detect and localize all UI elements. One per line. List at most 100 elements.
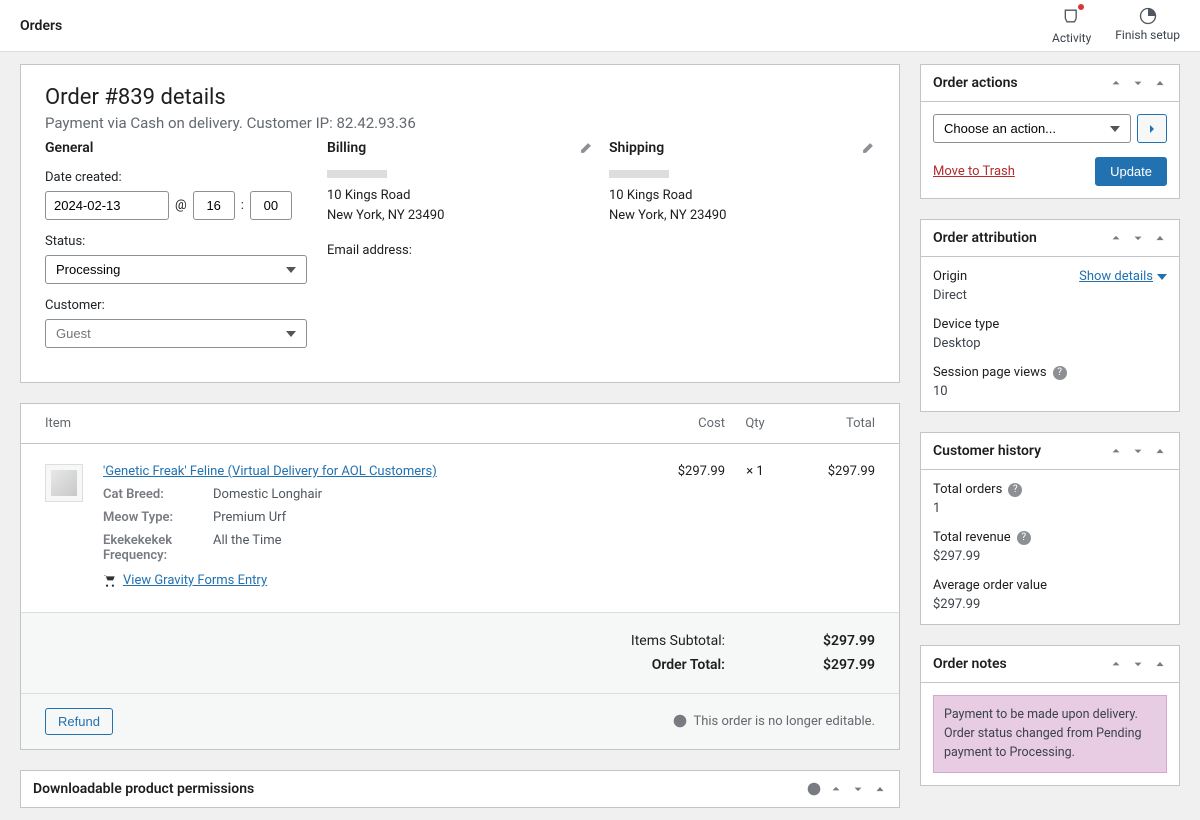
refund-button[interactable]: Refund <box>45 708 113 735</box>
device-type-label: Device type <box>933 317 1167 332</box>
finish-setup-label: Finish setup <box>1115 28 1180 42</box>
customer-history-title: Customer history <box>933 443 1041 459</box>
apply-action-button[interactable] <box>1137 114 1167 143</box>
pencil-icon[interactable] <box>579 141 593 155</box>
downloadable-title: Downloadable product permissions <box>33 781 254 797</box>
progress-circle-icon <box>1138 6 1158 26</box>
meta-label: Ekekekekek Frequency: <box>103 533 193 563</box>
meta-value: All the Time <box>213 533 282 563</box>
billing-addr-line1: 10 Kings Road <box>327 186 593 206</box>
caret-up-icon[interactable] <box>1153 444 1167 458</box>
shipping-addr-line2: New York, NY 23490 <box>609 206 875 226</box>
items-panel: Item Cost Qty Total 'Genetic Freak' Feli… <box>20 403 900 750</box>
chevron-up-icon[interactable] <box>1109 76 1123 90</box>
move-to-trash-link[interactable]: Move to Trash <box>933 164 1015 179</box>
topbar: Orders Activity Finish setup <box>0 0 1200 52</box>
shipping-column: Shipping 10 Kings Road New York, NY 2349… <box>609 140 875 362</box>
topbar-actions: Activity Finish setup <box>1052 6 1180 45</box>
order-details-panel: Order #839 details Payment via Cash on d… <box>20 64 900 383</box>
meta-label: Cat Breed: <box>103 487 193 502</box>
meta-value: Premium Urf <box>213 510 286 525</box>
chevron-down-icon[interactable] <box>1131 444 1145 458</box>
items-header: Item Cost Qty Total <box>21 404 899 444</box>
order-note: Payment to be made upon delivery. Order … <box>933 695 1167 773</box>
order-actions-panel: Order actions Choose an action... <box>920 64 1180 199</box>
billing-heading: Billing <box>327 140 366 156</box>
total-orders-value: 1 <box>933 501 1167 516</box>
totals-section: Items Subtotal: $297.99 Order Total: $29… <box>21 612 899 693</box>
total-revenue-label: Total revenue <box>933 530 1011 545</box>
chevron-up-icon[interactable] <box>829 782 843 796</box>
help-icon[interactable]: ? <box>1053 366 1067 380</box>
caret-up-icon[interactable] <box>873 782 887 796</box>
billing-column: Billing 10 Kings Road New York, NY 23490… <box>327 140 593 362</box>
meta-label: Meow Type: <box>103 510 193 525</box>
customer-select[interactable]: Guest <box>45 319 307 348</box>
subtotal-label: Items Subtotal: <box>631 633 725 649</box>
chevron-up-icon[interactable] <box>1109 657 1123 671</box>
general-heading: General <box>45 140 311 156</box>
meta-value: Domestic Longhair <box>213 487 322 502</box>
order-total-value: $297.99 <box>785 657 875 673</box>
activity-button[interactable]: Activity <box>1052 6 1091 45</box>
chevron-down-icon[interactable] <box>1131 231 1145 245</box>
device-type-value: Desktop <box>933 336 1167 351</box>
cart-icon <box>103 574 117 588</box>
date-created-label: Date created: <box>45 170 311 185</box>
subtotal-value: $297.99 <box>785 633 875 649</box>
col-cost-header: Cost <box>635 416 725 431</box>
order-action-select[interactable]: Choose an action... <box>933 114 1131 143</box>
status-select[interactable]: Processing <box>45 255 307 284</box>
colon-label: : <box>241 198 244 213</box>
line-cost: $297.99 <box>635 464 725 592</box>
redacted-name <box>609 170 669 178</box>
gravity-forms-link[interactable]: View Gravity Forms Entry <box>103 573 267 588</box>
customer-label: Customer: <box>45 298 311 313</box>
page-title: Orders <box>20 18 62 34</box>
inbox-icon <box>1062 6 1082 29</box>
help-icon[interactable] <box>807 782 821 796</box>
aov-value: $297.99 <box>933 597 1167 612</box>
line-item: 'Genetic Freak' Feline (Virtual Delivery… <box>21 444 899 612</box>
general-column: General Date created: @ : Status: Proces… <box>45 140 311 362</box>
order-notes-title: Order notes <box>933 656 1007 672</box>
billing-addr-line2: New York, NY 23490 <box>327 206 593 226</box>
total-revenue-value: $297.99 <box>933 549 1167 564</box>
help-icon[interactable]: ? <box>1017 531 1031 545</box>
not-editable-notice: This order is no longer editable. <box>673 714 875 729</box>
product-name-link[interactable]: 'Genetic Freak' Feline (Virtual Delivery… <box>103 464 437 479</box>
product-thumbnail[interactable] <box>45 464 83 502</box>
minute-input[interactable] <box>250 191 292 220</box>
shipping-addr-line1: 10 Kings Road <box>609 186 875 206</box>
finish-setup-button[interactable]: Finish setup <box>1115 6 1180 45</box>
pencil-icon[interactable] <box>861 141 875 155</box>
order-attribution-panel: Order attribution Origin Direct Show det… <box>920 219 1180 412</box>
origin-value: Direct <box>933 288 967 303</box>
show-details-link[interactable]: Show details <box>1079 269 1167 284</box>
col-total-header: Total <box>785 416 875 431</box>
help-icon[interactable]: ? <box>1008 483 1022 497</box>
order-subtitle: Payment via Cash on delivery. Customer I… <box>45 114 875 132</box>
update-button[interactable]: Update <box>1095 157 1167 186</box>
info-icon <box>673 714 687 728</box>
col-item-header: Item <box>45 416 635 431</box>
caret-up-icon[interactable] <box>1153 76 1167 90</box>
caret-down-icon <box>1157 272 1167 282</box>
chevron-up-icon[interactable] <box>1109 444 1123 458</box>
total-orders-label: Total orders <box>933 482 1002 497</box>
chevron-down-icon[interactable] <box>851 782 865 796</box>
redacted-name <box>327 170 387 178</box>
status-label: Status: <box>45 234 311 249</box>
caret-up-icon[interactable] <box>1153 657 1167 671</box>
hour-input[interactable] <box>193 191 235 220</box>
aov-label: Average order value <box>933 578 1167 593</box>
page-views-value: 10 <box>933 384 1167 399</box>
order-title: Order #839 details <box>45 85 875 110</box>
order-notes-panel: Order notes Payment to be made upon deli… <box>920 645 1180 786</box>
chevron-down-icon[interactable] <box>1131 657 1145 671</box>
date-created-input[interactable] <box>45 191 169 220</box>
caret-up-icon[interactable] <box>1153 231 1167 245</box>
chevron-up-icon[interactable] <box>1109 231 1123 245</box>
chevron-down-icon[interactable] <box>1131 76 1145 90</box>
chevron-right-icon <box>1147 124 1157 134</box>
